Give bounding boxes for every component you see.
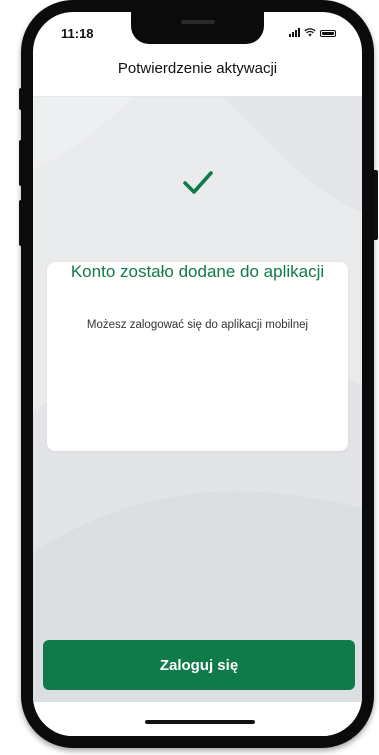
page-title: Potwierdzenie aktywacji <box>117 60 278 77</box>
success-title: Konto zostało dodane do aplikacji <box>70 262 325 281</box>
confirmation-card <box>47 262 348 451</box>
success-subtitle: Możesz zalogować się do aplikacji mobiln… <box>86 319 309 331</box>
app-screen: 11:18 Potwierdzenie aktywacji Konto zost… <box>33 12 362 736</box>
wifi-icon <box>304 28 316 37</box>
phone-mockup: 11:18 Potwierdzenie aktywacji Konto zost… <box>0 0 379 755</box>
speaker-grill <box>181 20 215 24</box>
success-badge <box>158 142 238 222</box>
battery-icon <box>320 30 336 37</box>
phone-frame: 11:18 Potwierdzenie aktywacji Konto zost… <box>21 0 374 748</box>
status-icons <box>289 28 336 37</box>
bottom-area <box>33 702 362 736</box>
login-button[interactable]: Zaloguj się <box>43 640 355 690</box>
home-indicator <box>145 720 255 724</box>
notch <box>131 12 264 44</box>
checkmark-icon <box>183 171 213 194</box>
status-time: 11:18 <box>61 26 94 41</box>
signal-icon <box>289 28 300 37</box>
